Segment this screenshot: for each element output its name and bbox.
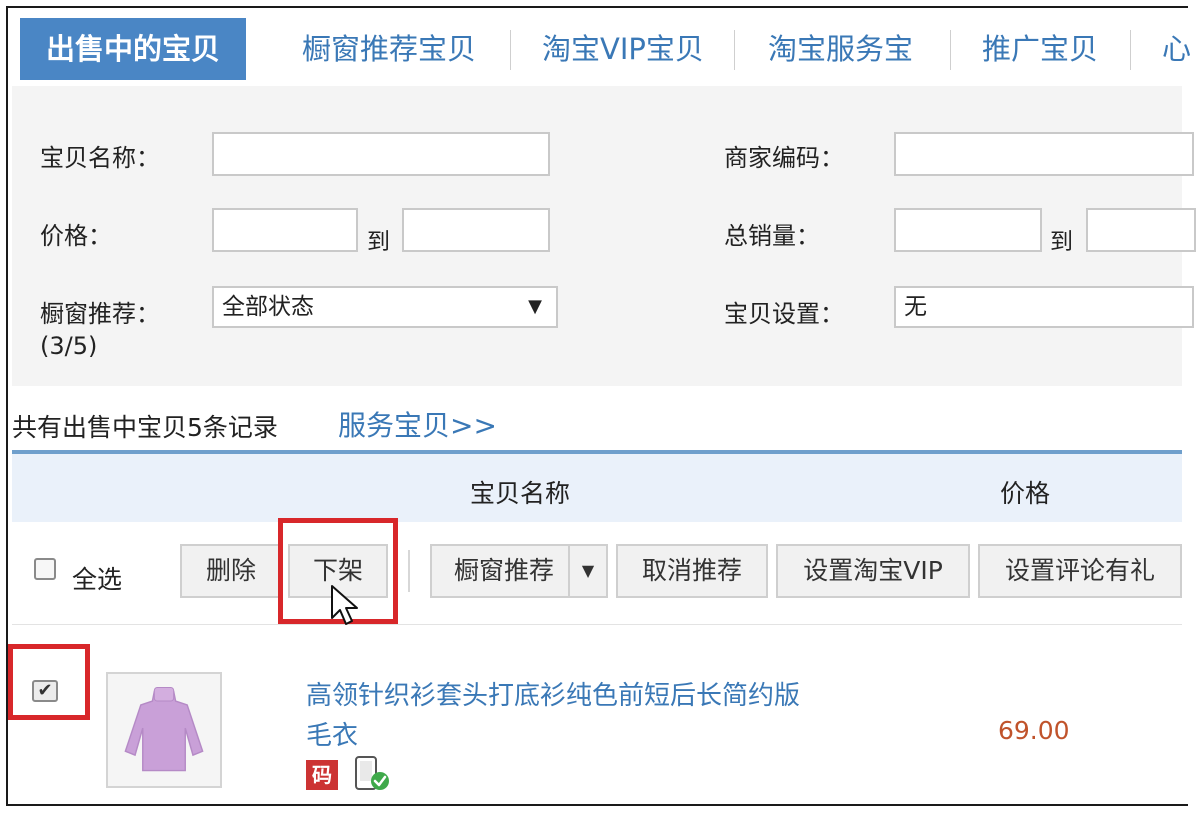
sales-range-to: 到 [1050, 229, 1073, 255]
sales-min-input[interactable] [894, 208, 1042, 252]
tab-vip-items[interactable]: 淘宝VIP宝贝 [542, 18, 704, 80]
window-recommend-button[interactable]: 橱窗推荐 ▼ [430, 544, 608, 598]
price-range-to: 到 [367, 229, 390, 255]
set-review-gift-button[interactable]: 设置评论有礼 [978, 544, 1182, 598]
mobile-verified-icon [355, 756, 389, 790]
select-all-checkbox[interactable] [34, 558, 56, 580]
button-separator [408, 550, 410, 592]
delete-button[interactable]: 删除 [180, 544, 282, 598]
window-recommend-select[interactable]: 全部状态 ▼ [212, 286, 558, 328]
record-count: 共有出售中宝贝5条记录 [12, 413, 278, 442]
price-min-input[interactable] [212, 208, 358, 252]
item-price: 69.00 [998, 716, 1070, 745]
mouse-cursor-icon [331, 585, 358, 625]
tab-separator [510, 30, 511, 70]
window-recommend-count: (3/5) [40, 332, 98, 360]
item-thumbnail[interactable] [106, 672, 222, 788]
caret-down-icon[interactable]: ▼ [568, 546, 606, 596]
tab-truncated[interactable]: 心 [1162, 18, 1191, 80]
set-vip-button[interactable]: 设置淘宝VIP [776, 544, 970, 598]
tab-service-items[interactable]: 淘宝服务宝 [768, 18, 913, 80]
sweater-image-icon [108, 674, 220, 786]
price-max-input[interactable] [402, 208, 550, 252]
total-sales-label: 总销量： [724, 222, 820, 250]
tab-bar: 出售中的宝贝 橱窗推荐宝贝 淘宝VIP宝贝 淘宝服务宝 推广宝贝 心 [12, 18, 1191, 80]
item-name-label: 宝贝名称： [40, 144, 160, 172]
sales-max-input[interactable] [1086, 208, 1196, 252]
item-setting-select[interactable]: 无 [894, 286, 1194, 328]
column-header-price: 价格 [1000, 479, 1051, 508]
service-items-link[interactable]: 服务宝贝>> [338, 404, 497, 444]
table-header: 宝贝名称 价格 [12, 450, 1182, 522]
tab-separator [734, 30, 735, 70]
merchant-code-input[interactable] [894, 132, 1194, 176]
filter-panel: 宝贝名称： 商家编码： 价格： 到 总销量： 到 橱窗推荐： (3/5) 全部状… [12, 86, 1196, 386]
tab-promoted-items[interactable]: 推广宝贝 [982, 18, 1098, 80]
select-all-label[interactable]: 全选 [72, 560, 122, 596]
item-title-link[interactable]: 高领针织衫套头打底衫纯色前短后长简约版毛衣 [306, 676, 806, 756]
item-row-checkbox[interactable]: ✔ [32, 680, 58, 702]
window-recommend-button-label: 橱窗推荐 [454, 556, 555, 585]
cancel-recommend-button[interactable]: 取消推荐 [616, 544, 768, 598]
bulk-action-bar: 全选 删除 下架 橱窗推荐 ▼ 取消推荐 设置淘宝VIP 设置评论有礼 [12, 524, 1182, 625]
tab-window-recommended[interactable]: 橱窗推荐宝贝 [302, 18, 476, 80]
item-setting-label: 宝贝设置： [724, 300, 844, 328]
merchant-code-label: 商家编码： [724, 144, 844, 172]
tab-separator [950, 30, 951, 70]
dropdown-arrow-icon: ▼ [528, 296, 542, 317]
column-header-name: 宝贝名称 [470, 479, 571, 508]
tab-on-sale[interactable]: 出售中的宝贝 [20, 18, 247, 80]
window-recommend-label: 橱窗推荐： [40, 300, 160, 328]
tab-separator [1130, 30, 1131, 70]
item-setting-value: 无 [904, 294, 927, 320]
price-label: 价格： [40, 222, 112, 250]
item-name-input[interactable] [212, 132, 550, 176]
barcode-badge: 码 [306, 760, 338, 790]
window-select-value: 全部状态 [222, 294, 314, 320]
